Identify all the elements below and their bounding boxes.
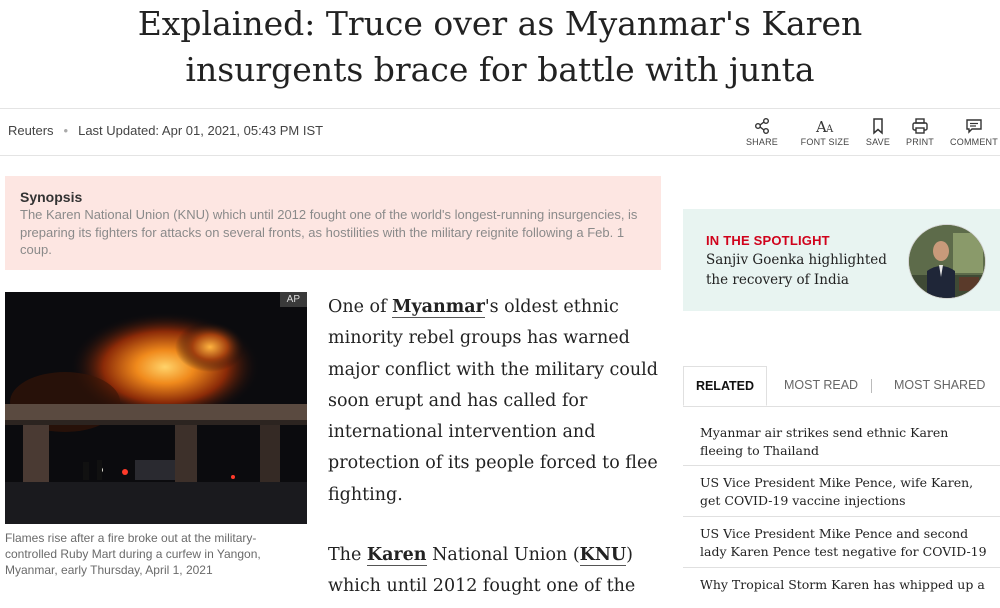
spotlight-card[interactable]: IN THE SPOTLIGHT Sanjiv Goenka highlight… [683, 209, 1000, 311]
related-tabs: RELATED MOST READ MOST SHARED [683, 366, 1000, 407]
separator-dot: • [63, 123, 69, 138]
synopsis-box: Synopsis The Karen National Union (KNU) … [5, 176, 661, 270]
spotlight-thumbnail [908, 224, 986, 299]
paragraph-text: One of [328, 297, 393, 317]
comment-icon [966, 119, 982, 134]
spotlight-heading: IN THE SPOTLIGHT [706, 233, 830, 248]
tab-most-shared[interactable]: MOST SHARED [894, 366, 985, 406]
related-item-title: Why Tropical Storm Karen has whipped up … [700, 577, 985, 592]
related-item[interactable]: US Vice President Mike Pence and second … [683, 517, 1000, 568]
related-item-title: US Vice President Mike Pence, wife Karen… [700, 475, 974, 508]
print-icon [912, 118, 928, 134]
headline-line-1: Explained: Truce over as Myanmar's Karen [137, 4, 863, 43]
headline-line-2: insurgents brace for battle with junta [185, 50, 815, 89]
font-size-label: FONT SIZE [800, 137, 850, 147]
photo-caption: Flames rise after a fire broke out at th… [5, 531, 261, 577]
related-item[interactable]: Myanmar air strikes send ethnic Karen fl… [683, 416, 1000, 466]
karen-link[interactable]: Karen [366, 545, 427, 566]
font-size-icon: A A [815, 118, 834, 135]
article-photo[interactable]: AP [5, 292, 307, 524]
speaker-portrait-image [909, 225, 985, 298]
byline: Reuters • Last Updated: Apr 01, 2021, 05:4… [8, 123, 323, 138]
paragraph-text: The [328, 545, 367, 565]
related-item-title: Myanmar air strikes send ethnic Karen fl… [700, 425, 949, 458]
article-paragraph-2: The Karen National Union (KNU) which unt… [328, 540, 658, 603]
save-label: SAVE [865, 137, 891, 147]
tab-related[interactable]: RELATED [683, 366, 767, 406]
font-size-button[interactable]: A A FONT SIZE [800, 117, 850, 147]
article-meta-bar: Reuters • Last Updated: Apr 01, 2021, 05:4… [0, 108, 1000, 156]
myanmar-link[interactable]: Myanmar [392, 297, 485, 318]
source-label: Reuters [8, 123, 54, 138]
article-paragraph-1: One of Myanmar's oldest ethnic minority … [328, 292, 658, 511]
bookmark-icon [873, 118, 883, 135]
synopsis-text: The Karen National Union (KNU) which unt… [20, 207, 638, 257]
related-item[interactable]: US Vice President Mike Pence, wife Karen… [683, 466, 1000, 517]
comment-label: COMMENT [950, 137, 998, 147]
print-label: PRINT [906, 137, 934, 147]
share-icon [755, 118, 769, 134]
paragraph-text: National Union ( [426, 545, 580, 565]
paragraph-text: 's oldest ethnic minority rebel groups h… [328, 297, 658, 505]
photo-credit-badge: AP [279, 292, 307, 307]
tab-divider [871, 379, 872, 393]
spotlight-title: Sanjiv Goenka highlighted the recovery o… [706, 252, 887, 288]
print-button[interactable]: PRINT [903, 117, 937, 147]
fire-scene-image [5, 292, 307, 524]
save-button[interactable]: SAVE [864, 117, 892, 147]
share-label: SHARE [745, 137, 778, 147]
comment-button[interactable]: COMMENT [948, 117, 1000, 147]
related-item-title: US Vice President Mike Pence and second … [700, 526, 987, 559]
synopsis-heading: Synopsis [20, 189, 83, 205]
knu-link[interactable]: KNU [579, 545, 627, 566]
share-button[interactable]: SHARE [745, 117, 779, 147]
tab-most-read[interactable]: MOST READ [784, 366, 858, 406]
related-item[interactable]: Why Tropical Storm Karen has whipped up … [683, 568, 1000, 608]
svg-text:A: A [825, 124, 834, 135]
last-updated: Last Updated: Apr 01, 2021, 05:43 PM IST [78, 123, 324, 138]
